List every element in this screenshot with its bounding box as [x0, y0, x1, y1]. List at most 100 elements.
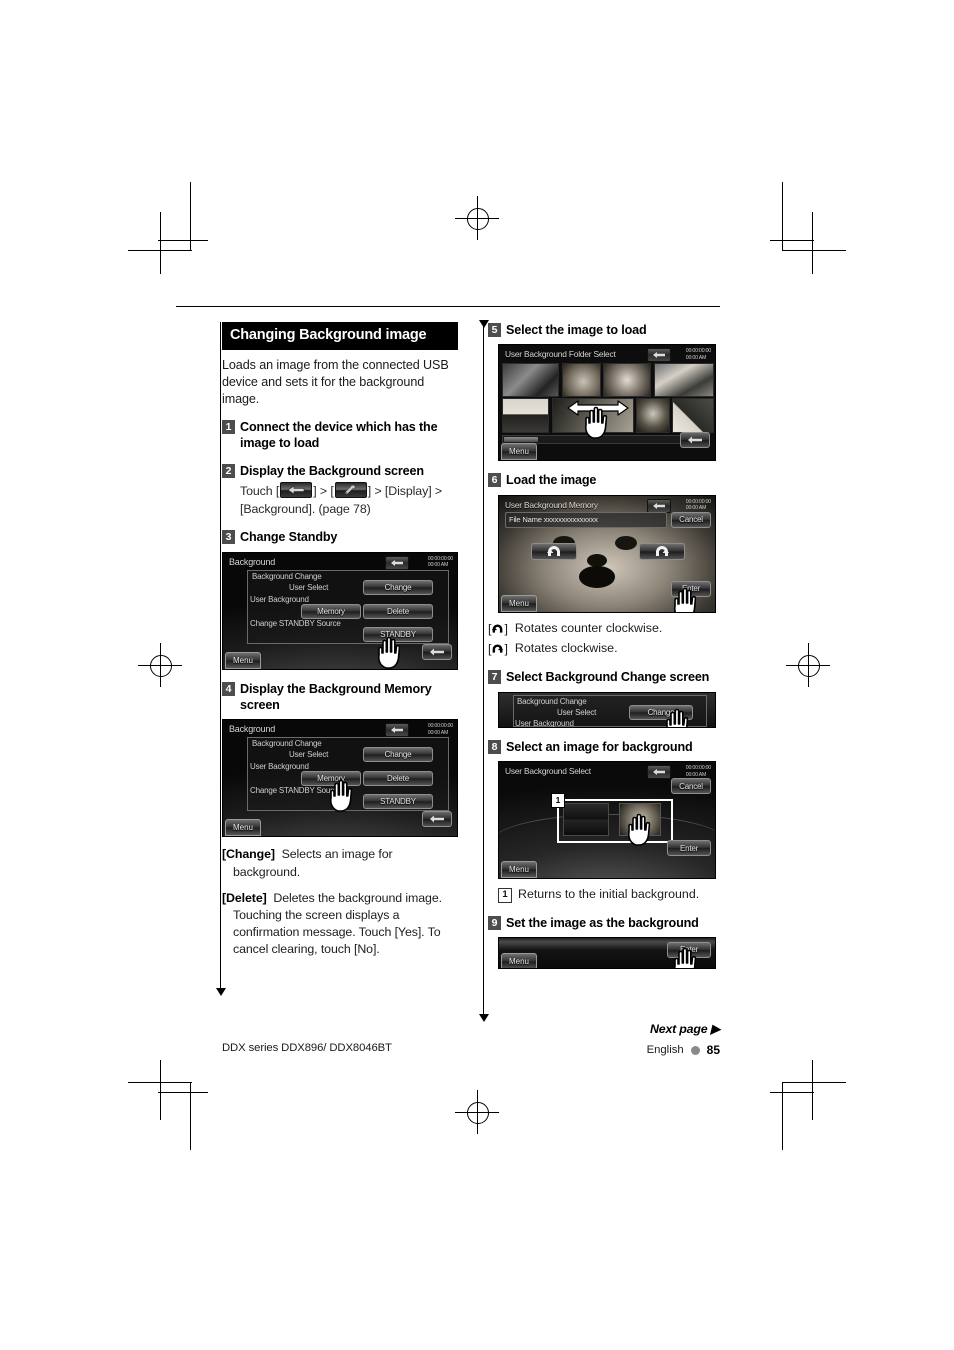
- screen-clock-4-line2: 00:00 AM: [685, 505, 707, 512]
- touch-mid-text-2: ] > [Display] >: [367, 484, 443, 499]
- crop-mark-bottom-right: [770, 1060, 880, 1170]
- screen-clock-3-line1: 00:00:00:00: [685, 348, 711, 355]
- header-rule: [176, 306, 720, 307]
- rotate-note-cw-text: Rotates clockwise.: [514, 641, 618, 656]
- touch-mid-text-1: ] > [: [313, 484, 334, 499]
- rotate-counter-clockwise-button[interactable]: [531, 542, 577, 560]
- registration-mark-bottom: [455, 1090, 499, 1134]
- screen-return-button-5[interactable]: [647, 765, 671, 780]
- row-standby-source-label: Change STANDBY Source: [250, 618, 341, 628]
- change-button-3[interactable]: Change: [629, 704, 693, 720]
- definition-change-term: [Change]: [222, 847, 275, 862]
- cancel-button[interactable]: Cancel: [671, 511, 711, 528]
- screen-menu-button[interactable]: Menu: [225, 651, 261, 669]
- screen-menu-button-3[interactable]: Menu: [501, 443, 537, 461]
- screen-return-button-2[interactable]: [385, 723, 409, 738]
- delete-button[interactable]: Delete: [363, 603, 433, 619]
- selection-badge-text: 1: [555, 795, 561, 806]
- step-6-number: 6: [488, 473, 501, 488]
- screen-clock-3: 00:00:00:00 00:00 AM: [686, 348, 711, 361]
- step-4: 4 Display the Background Memory screen: [222, 681, 458, 714]
- rotate-clockwise-button[interactable]: [639, 542, 685, 560]
- change-button[interactable]: Change: [363, 579, 433, 595]
- definition-change-cont: background.: [233, 864, 301, 879]
- step-2: 2 Display the Background screen: [222, 463, 458, 479]
- screen-menu-button-6[interactable]: Menu: [501, 952, 537, 968]
- screen-back-return-button-3[interactable]: [680, 432, 710, 449]
- screen-folder-select: User Background Folder Select 00:00:00:0…: [498, 344, 716, 462]
- screen-title-2: Background: [229, 724, 276, 735]
- step-1-number: 1: [222, 420, 235, 435]
- rotate-note-ccw-text: Rotates counter clockwise.: [514, 620, 663, 635]
- enter-button-2[interactable]: Enter: [667, 840, 711, 857]
- thumbnail-item[interactable]: [672, 398, 714, 434]
- screen-clock-2: 00:00:00:00 00:00 AM: [428, 723, 453, 736]
- thumbnail-item[interactable]: [603, 363, 651, 398]
- swipe-left-right-arrow-icon: [565, 398, 631, 423]
- footer-bullet-icon: [690, 1045, 700, 1055]
- row-user-background-label: User Background: [250, 594, 309, 604]
- definition-delete-term: [Delete]: [222, 890, 267, 905]
- memory-button[interactable]: Memory: [301, 603, 361, 619]
- step-8-title: Select an image for background: [506, 739, 693, 754]
- left-column: Changing Background image Loads an image…: [222, 322, 458, 958]
- definition-delete-cont: Touching the screen displays a confirmat…: [233, 907, 441, 956]
- standby-button-2[interactable]: STANDBY: [363, 794, 433, 810]
- thumbnail-item[interactable]: [562, 363, 601, 398]
- screen-back-return-button-2[interactable]: [422, 811, 452, 828]
- screen-return-button-4[interactable]: [647, 498, 671, 513]
- step-5-number: 5: [488, 323, 501, 337]
- cancel-button-2[interactable]: Cancel: [671, 778, 711, 795]
- screen-menu-button-5[interactable]: Menu: [501, 861, 537, 879]
- rotate-note-ccw: [] Rotates counter clockwise.: [488, 620, 724, 638]
- definition-delete: [Delete] Deletes the background image. T…: [222, 890, 458, 958]
- screen-menu-button-2[interactable]: Menu: [225, 819, 261, 837]
- row-standby-source-label-2: Change STANDBY Source: [250, 786, 341, 796]
- enter-button[interactable]: Enter: [671, 580, 711, 597]
- thumbnail-item[interactable]: [502, 398, 549, 434]
- thumbnail-item[interactable]: [654, 363, 714, 398]
- screen-background-memory-select: Background 00:00:00:00 00:00 AM Backgrou…: [222, 719, 458, 838]
- delete-button-2[interactable]: Delete: [363, 771, 433, 787]
- screen-menu-button-4[interactable]: Menu: [501, 594, 537, 612]
- file-name-text: File Name xxxxxxxxxxxxxxx: [509, 514, 598, 524]
- row-user-select-label: User Select: [289, 582, 329, 592]
- scrollbar-thumb[interactable]: [504, 437, 538, 443]
- preview-image-3: [587, 553, 607, 567]
- screen-clock-line2: 00:00 AM: [427, 562, 449, 569]
- definition-change-text: Selects an image for: [281, 847, 393, 862]
- screen-clock-2-line1: 00:00:00:00: [427, 723, 453, 730]
- section-intro-text: Loads an image from the connected USB de…: [222, 357, 449, 406]
- thumbnail-item[interactable]: [636, 398, 670, 434]
- rotate-clockwise-icon-label: []: [488, 642, 508, 657]
- row-user-select-label-3: User Select: [557, 707, 597, 717]
- screen-title-5: User Background Select: [505, 766, 591, 777]
- numbered-note-1: 1 Returns to the initial background.: [498, 886, 724, 904]
- row-background-change-label-2: Background Change: [252, 739, 322, 749]
- section-title-bar: Changing Background image: [222, 322, 458, 350]
- standby-button[interactable]: STANDBY: [363, 626, 433, 642]
- change-button-2[interactable]: Change: [363, 747, 433, 763]
- crop-mark-top-left: [128, 182, 238, 292]
- definition-delete-text: Deletes the background image.: [273, 890, 442, 905]
- step-3: 3 Change Standby: [222, 529, 458, 545]
- step-9-title: Set the image as the background: [506, 915, 699, 930]
- thumbnail-user-image[interactable]: [619, 803, 661, 837]
- thumbnail-item[interactable]: [502, 363, 559, 398]
- right-column: 5 Select the image to load User Backgrou…: [488, 322, 724, 969]
- thumbnail-initial-background[interactable]: [563, 803, 609, 837]
- memory-button-2[interactable]: Memory: [301, 771, 361, 787]
- enter-button-3[interactable]: Enter: [667, 941, 711, 958]
- screen-return-button[interactable]: [385, 555, 409, 570]
- step-7-title: Select Background Change screen: [506, 670, 710, 685]
- screen-background-memory: User Background Memory 00:00:00:00 00:00…: [498, 494, 716, 613]
- return-arrow-icon: [280, 482, 313, 499]
- step-1-title: Connect the device which has the image t…: [240, 420, 438, 451]
- screen-back-return-button[interactable]: [422, 643, 452, 660]
- step-5-title: Select the image to load: [506, 323, 647, 337]
- registration-mark-left: [138, 643, 182, 687]
- screen-return-button-3[interactable]: [647, 348, 671, 363]
- screen-title-4: User Background Memory: [505, 499, 598, 510]
- row-background-change-label-3: Background Change: [517, 696, 587, 706]
- setup-tool-icon: [334, 482, 367, 499]
